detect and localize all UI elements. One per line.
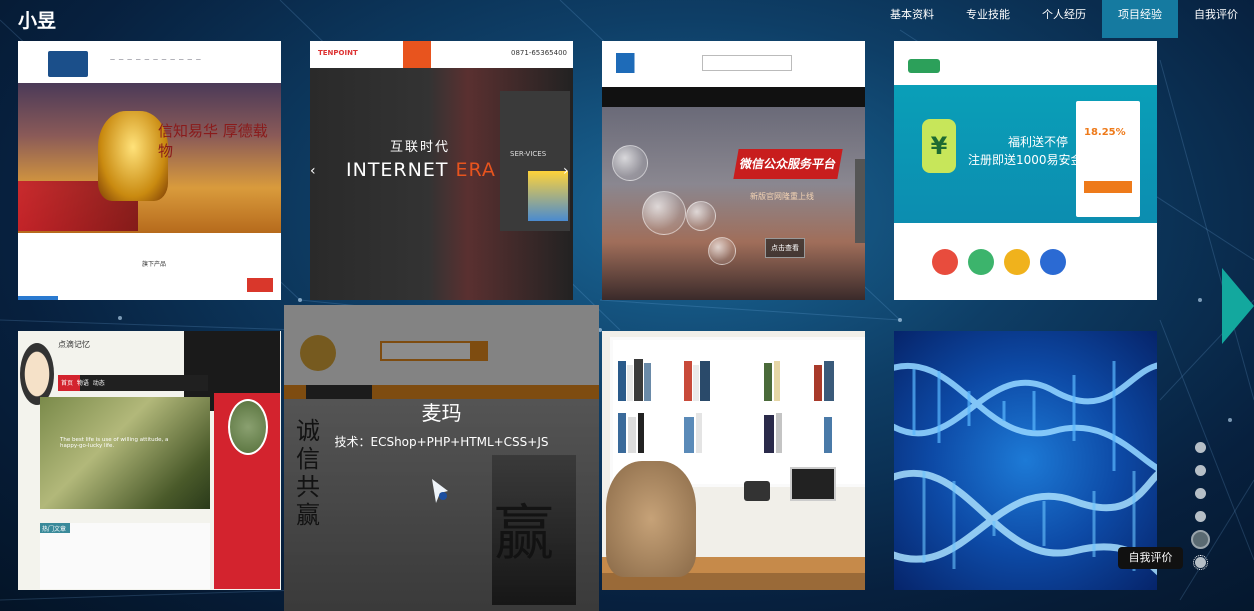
pager-dot-3[interactable] [1195,488,1206,499]
hero-heading-en: INTERNET ERA [346,159,496,181]
project-photo [602,331,865,590]
brand-logo-image [908,59,940,73]
paper-plane-icon [432,479,448,503]
hover-overlay [284,305,599,611]
chevron-left-icon: ‹ [310,163,316,179]
pager-dot-4[interactable] [1195,511,1206,522]
project-tile-2[interactable]: TENPOINT 0871-65365400 互联时代 INTERNET ERA… [310,41,573,300]
nav-item-self-evaluation[interactable]: 自我评价 [1178,0,1254,38]
banner-headline: 信知易华 厚德载物 [158,122,268,160]
phone-number: 0871-65365400 [511,49,567,57]
banner-text: 福利送不停 注册即送1000易安金 [968,135,1083,167]
banner-title: 微信公众服务平台 [733,149,843,179]
brand-logo-image [48,51,88,77]
next-page-arrow-icon[interactable] [1222,268,1254,344]
bubble-icon [708,237,736,265]
camera-image [744,481,770,501]
feature-icon [932,249,958,275]
feature-icon [1040,249,1066,275]
project-tile-7[interactable] [602,331,865,590]
bubble-icon [642,191,686,235]
pager-dot-1[interactable] [1195,442,1206,453]
hero-heading-cn: 互联时代 [390,140,451,155]
bubble-icon [686,201,716,231]
nav-item-basic-info[interactable]: 基本资料 [874,0,950,38]
project-name: 麦玛 [421,401,462,425]
enter-button-image [247,278,273,292]
avatar-image [20,343,54,405]
project-screenshot: — — — — — — — — — — — 信知易华 厚德载物 旗下产品 [18,41,281,300]
profile-photo [228,399,268,455]
chair-image [606,461,696,577]
feature-icon [968,249,994,275]
pager-dot-6[interactable] [1193,555,1208,570]
feature-icon [1004,249,1030,275]
nav-item-skills[interactable]: 专业技能 [950,0,1026,38]
shoe-image [528,171,568,221]
pager-tooltip: 自我评价 [1118,547,1183,569]
nav-item-projects[interactable]: 项目经验 [1102,0,1178,38]
site-logo[interactable]: 小昱 [18,6,56,33]
pager-dot-5[interactable] [1191,530,1210,549]
article-tab: 热门文章 [42,526,67,533]
project-tech: 技术：ECShop+PHP+HTML+CSS+JS [334,435,549,449]
blog-quote: The best life is use of willing attitude… [60,437,169,449]
blog-nav: 首页 物语 动态 [61,380,105,387]
site-menu-image: — — — — — — — — — — — [110,57,202,63]
project-screenshot: TENPOINT 0871-65365400 互联时代 INTERNET ERA… [310,41,573,300]
blog-title: 点滴记忆 [58,340,90,349]
project-screenshot: 点滴记忆 首页 物语 动态 The best life is use of wi… [18,331,281,590]
project-tile-1[interactable]: — — — — — — — — — — — 信知易华 厚德载物 旗下产品 [18,41,281,300]
laptop-image [790,467,836,501]
rate-value: 18.25% [1084,127,1126,138]
pager-dot-2[interactable] [1195,465,1206,476]
nav-item-experience[interactable]: 个人经历 [1026,0,1102,38]
brand-logo: TENPOINT [318,49,358,57]
project-tile-3[interactable]: 微信公众服务平台 新版官网隆重上线 点击查看 [602,41,865,300]
project-tile-5[interactable]: 点滴记忆 首页 物语 动态 The best life is use of wi… [18,331,281,590]
bubble-icon [612,145,648,181]
project-screenshot: ¥ 福利送不停 注册即送1000易安金 18.25% [894,41,1157,300]
yen-icon: ¥ [922,119,956,173]
view-button-image: 点击查看 [765,238,805,258]
project-tile-4[interactable]: ¥ 福利送不停 注册即送1000易安金 18.25% [894,41,1157,300]
section-heading: 旗下产品 [142,261,167,268]
project-tile-6[interactable]: 诚信共赢 赢 麦玛 技术：ECShop+PHP+HTML+CSS+JS [284,305,599,611]
services-label: SER-VICES [510,150,547,158]
chevron-right-icon: › [563,163,569,179]
project-screenshot: 微信公众服务平台 新版官网隆重上线 点击查看 [602,41,865,300]
main-nav: 基本资料 专业技能 个人经历 项目经验 自我评价 [874,0,1254,38]
brand-logo-image [616,53,662,73]
banner-subtitle: 新版官网隆重上线 [750,192,814,201]
search-box-image [702,55,792,71]
